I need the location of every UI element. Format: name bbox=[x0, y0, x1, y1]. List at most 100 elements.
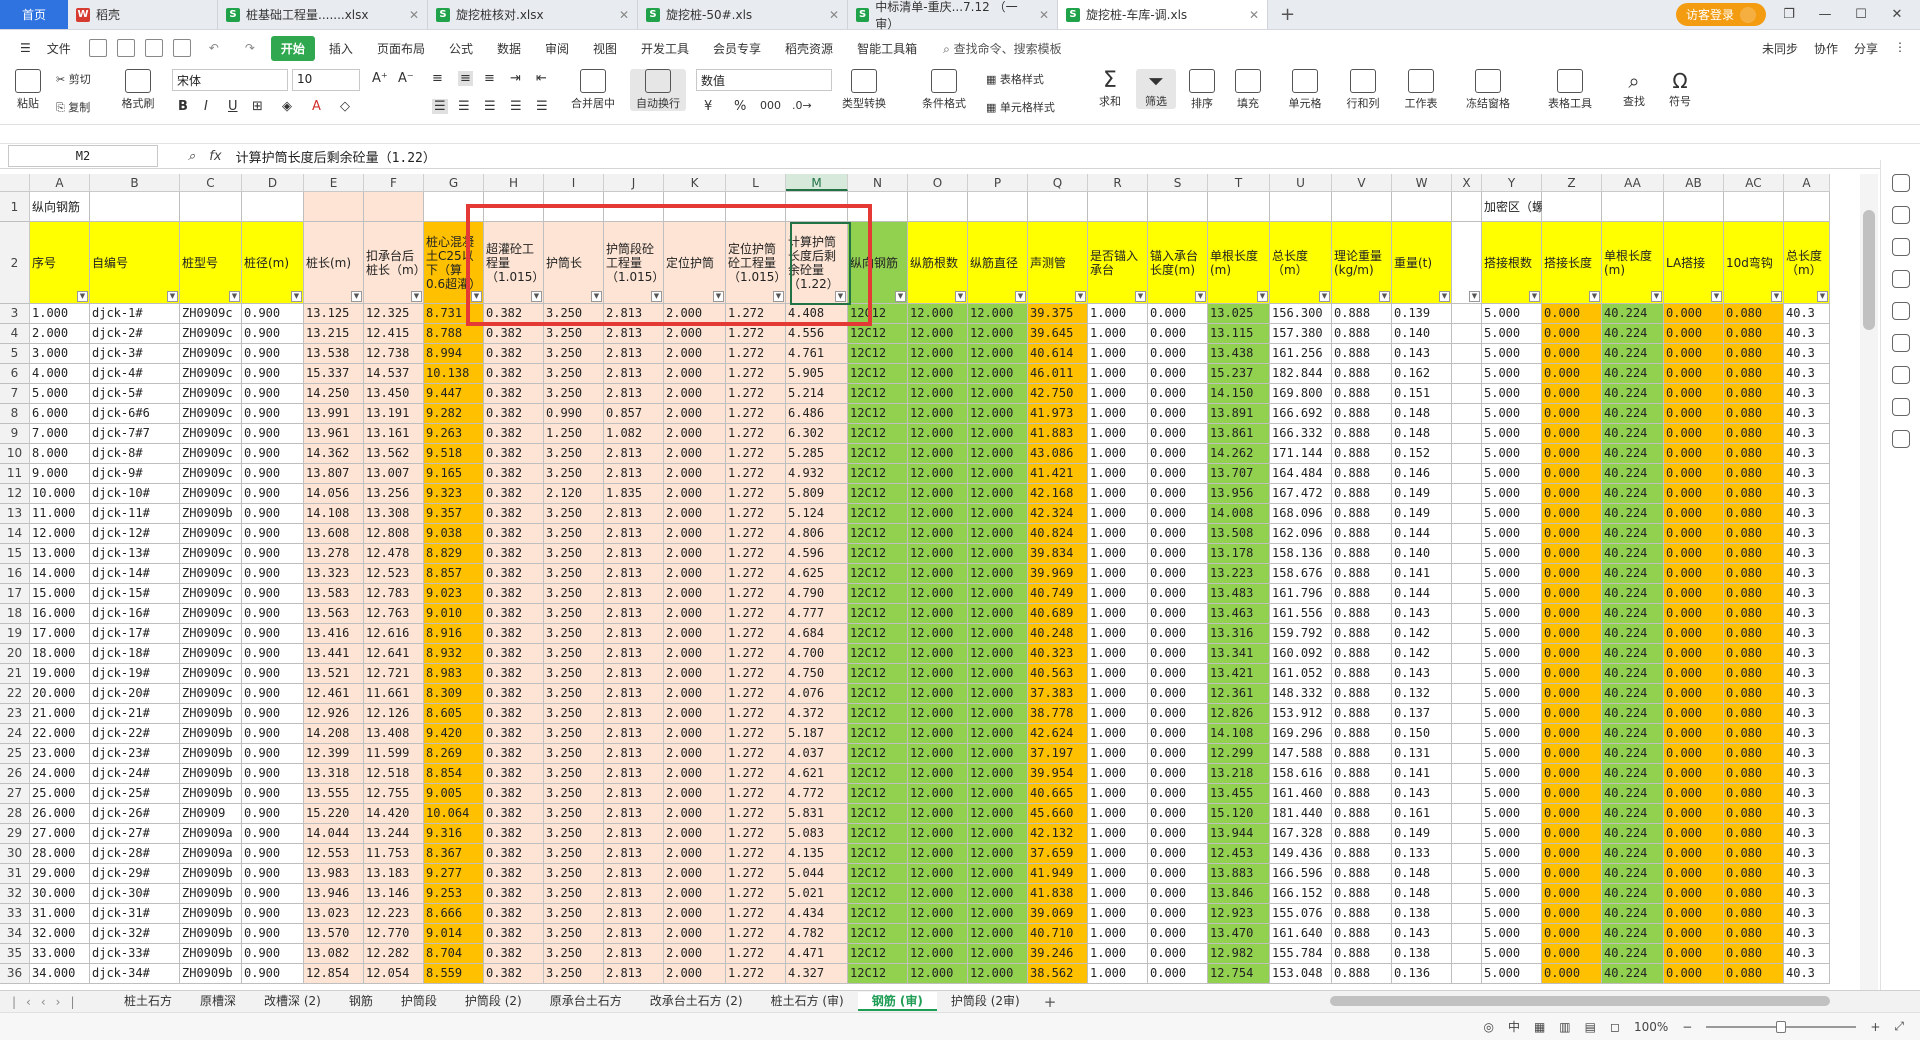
cell[interactable]: 13.244 bbox=[364, 824, 424, 844]
cell[interactable]: 13.483 bbox=[1208, 584, 1270, 604]
column-header[interactable]: J bbox=[604, 174, 664, 191]
cell[interactable]: 4.135 bbox=[786, 844, 848, 864]
cell[interactable]: 5.000 bbox=[1482, 904, 1542, 924]
cell[interactable]: 9.023 bbox=[424, 584, 484, 604]
cell[interactable]: 4.372 bbox=[786, 704, 848, 724]
print-icon[interactable] bbox=[144, 39, 163, 57]
cell[interactable]: 2.000 bbox=[664, 764, 726, 784]
cell[interactable]: 14.008 bbox=[1208, 504, 1270, 524]
cell[interactable]: 0.888 bbox=[1332, 624, 1392, 644]
cell[interactable]: 12.000 bbox=[968, 324, 1028, 344]
cell[interactable]: 14.108 bbox=[304, 504, 364, 524]
cell[interactable]: 0.888 bbox=[1332, 844, 1392, 864]
cell[interactable]: 0.000 bbox=[1542, 344, 1602, 364]
cell[interactable]: ZH0909c bbox=[180, 624, 242, 644]
cell[interactable]: 3.250 bbox=[544, 584, 604, 604]
cell[interactable] bbox=[1452, 324, 1482, 344]
cell[interactable]: 12.000 bbox=[908, 404, 968, 424]
cell[interactable]: 13.316 bbox=[1208, 624, 1270, 644]
cell[interactable]: 0.900 bbox=[242, 764, 304, 784]
column-header[interactable]: AB bbox=[1664, 174, 1724, 191]
cell[interactable]: 12.000 bbox=[908, 564, 968, 584]
cell[interactable]: 0.888 bbox=[1332, 364, 1392, 384]
cell[interactable]: 2.000 bbox=[664, 404, 726, 424]
cell[interactable]: 0.000 bbox=[1148, 864, 1208, 884]
row-number[interactable]: 15 bbox=[0, 544, 30, 564]
cell[interactable]: 2.813 bbox=[604, 724, 664, 744]
cell[interactable]: 10.064 bbox=[424, 804, 484, 824]
cell[interactable]: 12.000 bbox=[30, 524, 90, 544]
document-tab[interactable]: S 桩基础工程量.......xlsx ✕ bbox=[218, 0, 428, 29]
cell[interactable]: 12.000 bbox=[908, 684, 968, 704]
cell[interactable]: djck-16# bbox=[90, 604, 180, 624]
cell[interactable]: 12C12 bbox=[848, 604, 908, 624]
cell[interactable]: 0.000 bbox=[1148, 424, 1208, 444]
column-title-cell[interactable]: 桩型号 ▼ bbox=[180, 222, 242, 304]
worksheet-button[interactable]: 工作表 bbox=[1396, 69, 1446, 111]
cell[interactable]: 0.888 bbox=[1332, 544, 1392, 564]
cell[interactable]: 13.891 bbox=[1208, 404, 1270, 424]
cell[interactable]: 2.813 bbox=[604, 604, 664, 624]
cell[interactable]: 12.000 bbox=[968, 824, 1028, 844]
cell[interactable] bbox=[364, 192, 424, 222]
cell[interactable]: 14.056 bbox=[304, 484, 364, 504]
cell[interactable]: 5.000 bbox=[1482, 524, 1542, 544]
cell[interactable]: 18.000 bbox=[30, 644, 90, 664]
cell[interactable]: 6.000 bbox=[30, 404, 90, 424]
cell[interactable]: 5.000 bbox=[1482, 304, 1542, 324]
cell[interactable]: 1.272 bbox=[726, 484, 786, 504]
cell[interactable]: 9.420 bbox=[424, 724, 484, 744]
cell[interactable]: 20.000 bbox=[30, 684, 90, 704]
cell[interactable]: ZH0909b bbox=[180, 724, 242, 744]
cell[interactable]: 13.846 bbox=[1208, 884, 1270, 904]
cell[interactable]: ZH0909c bbox=[180, 644, 242, 664]
cell[interactable]: 0.900 bbox=[242, 864, 304, 884]
cell[interactable]: 13.441 bbox=[304, 644, 364, 664]
cell[interactable]: 0.888 bbox=[1332, 344, 1392, 364]
cell[interactable]: 12.738 bbox=[364, 344, 424, 364]
cell[interactable]: 5.000 bbox=[1482, 964, 1542, 984]
column-header[interactable]: R bbox=[1088, 174, 1148, 191]
cell[interactable]: 1.000 bbox=[1088, 544, 1148, 564]
cell[interactable]: 12.808 bbox=[364, 524, 424, 544]
cell[interactable]: 12C12 bbox=[848, 724, 908, 744]
cell[interactable]: 0.080 bbox=[1724, 804, 1784, 824]
cell[interactable] bbox=[1208, 192, 1270, 222]
cell[interactable]: 3.250 bbox=[544, 964, 604, 984]
cell[interactable] bbox=[1452, 604, 1482, 624]
cell[interactable] bbox=[1452, 624, 1482, 644]
cell[interactable]: 161.052 bbox=[1270, 664, 1332, 684]
cell[interactable]: 21.000 bbox=[30, 704, 90, 724]
close-tab-icon[interactable]: ✕ bbox=[1249, 8, 1259, 22]
cell[interactable]: 1.000 bbox=[1088, 384, 1148, 404]
cell[interactable]: 42.324 bbox=[1028, 504, 1088, 524]
cell[interactable] bbox=[968, 192, 1028, 222]
cell[interactable]: 0.080 bbox=[1724, 844, 1784, 864]
filter-dropdown-icon[interactable]: ▼ bbox=[1711, 291, 1722, 302]
page-break-icon[interactable]: ▤ bbox=[1585, 1020, 1596, 1034]
cell[interactable]: 40.3 bbox=[1784, 724, 1830, 744]
cell[interactable]: 12.000 bbox=[908, 724, 968, 744]
cell[interactable] bbox=[1452, 664, 1482, 684]
cell[interactable]: 0.888 bbox=[1332, 604, 1392, 624]
cell[interactable]: djck-3# bbox=[90, 344, 180, 364]
cell[interactable] bbox=[1452, 544, 1482, 564]
cell[interactable] bbox=[1028, 192, 1088, 222]
cell[interactable]: 3.250 bbox=[544, 764, 604, 784]
filter-dropdown-icon[interactable]: ▼ bbox=[895, 291, 906, 302]
cell[interactable]: 0.000 bbox=[1148, 464, 1208, 484]
zoom-slider-knob[interactable] bbox=[1776, 1020, 1787, 1033]
cell[interactable]: 0.162 bbox=[1392, 364, 1452, 384]
cell[interactable]: 40.224 bbox=[1602, 884, 1664, 904]
cell[interactable]: 0.000 bbox=[1664, 404, 1724, 424]
cell[interactable]: 14.537 bbox=[364, 364, 424, 384]
cell[interactable]: 41.973 bbox=[1028, 404, 1088, 424]
cell[interactable]: 25.000 bbox=[30, 784, 90, 804]
cell[interactable]: 39.969 bbox=[1028, 564, 1088, 584]
cell[interactable]: 2.000 bbox=[664, 484, 726, 504]
cell[interactable]: 12C12 bbox=[848, 904, 908, 924]
cell[interactable]: 2.000 bbox=[30, 324, 90, 344]
sidebar-icon-1[interactable] bbox=[1891, 174, 1910, 192]
cell[interactable]: 0.382 bbox=[484, 824, 544, 844]
cell[interactable]: 40.224 bbox=[1602, 564, 1664, 584]
